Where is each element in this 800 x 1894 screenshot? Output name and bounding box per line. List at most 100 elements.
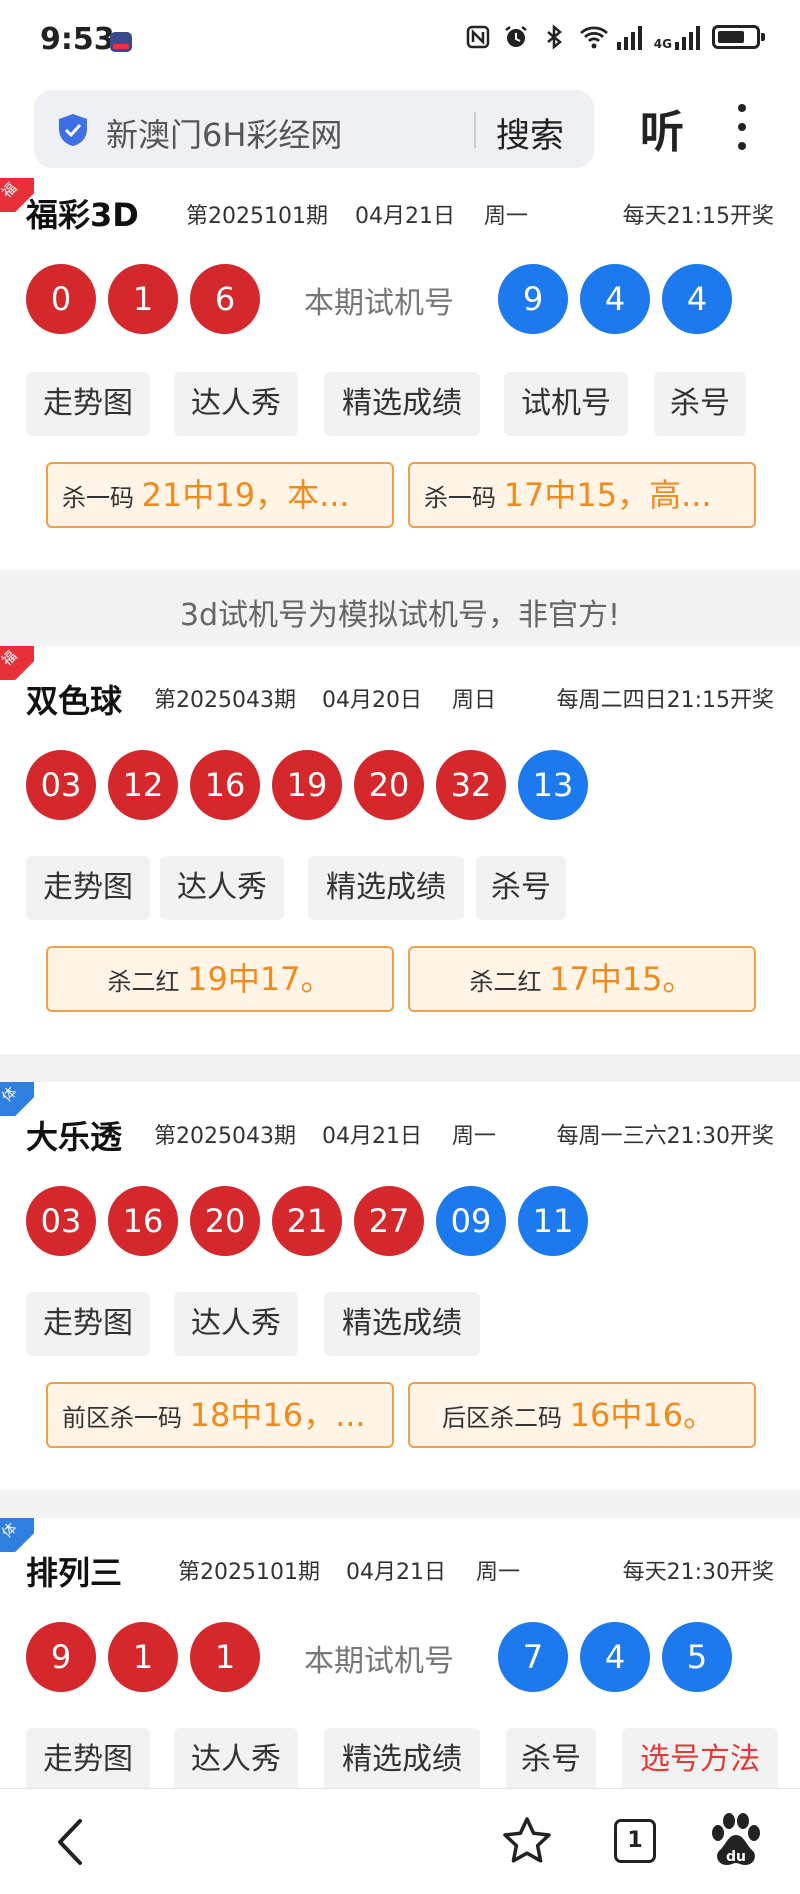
tab-trend-chart[interactable]: 走势图 xyxy=(26,372,150,436)
tab-selected-results[interactable]: 精选成绩 xyxy=(324,1728,480,1792)
front-ball: 27 xyxy=(354,1186,424,1256)
network-4g-icon: 4G xyxy=(654,24,700,50)
bottom-nav-bar: 1 du xyxy=(0,1788,800,1894)
tab-pick-method[interactable]: 选号方法 xyxy=(622,1728,778,1792)
lottery-card-dlt: 体 大乐透 第2025043期 04月21日 周一 每周一三六21:30开奖 0… xyxy=(0,1082,800,1490)
nfc-icon xyxy=(465,24,491,50)
draw-ball: 1 xyxy=(108,1622,178,1692)
tab-selected-results[interactable]: 精选成绩 xyxy=(324,372,480,436)
tab-kill-number[interactable]: 杀号 xyxy=(476,856,566,920)
bluetooth-icon xyxy=(541,24,567,50)
more-menu-icon[interactable] xyxy=(738,104,748,150)
card-date: 04月21日 xyxy=(322,1124,422,1149)
red-ball: 19 xyxy=(272,750,342,820)
baidu-paw-icon[interactable]: du xyxy=(708,1811,764,1871)
battery-icon xyxy=(712,25,765,49)
front-ball: 16 xyxy=(108,1186,178,1256)
search-input[interactable]: 新澳门6H彩经网 搜索 xyxy=(34,90,594,168)
kill-value: 19中17。 xyxy=(187,960,333,998)
kill-label: 前区杀一码 xyxy=(62,1404,182,1432)
red-ball: 16 xyxy=(190,750,260,820)
card-date: 04月21日 xyxy=(355,204,455,229)
tab-expert-show[interactable]: 达人秀 xyxy=(174,1728,298,1792)
kill-prediction-box[interactable]: 后区杀二码 16中16。 xyxy=(408,1382,756,1448)
draw-ball: 0 xyxy=(26,264,96,334)
lottery-card-pl3: 体 排列三 第2025101期 04月21日 周一 每天21:30开奖 9 1 … xyxy=(0,1518,800,1792)
kill-label: 杀二红 xyxy=(469,968,542,996)
tabs-count-icon[interactable]: 1 xyxy=(614,1819,656,1863)
trial-ball: 4 xyxy=(580,1622,650,1692)
trial-ball: 7 xyxy=(498,1622,568,1692)
trial-number-label: 本期试机号 xyxy=(304,286,454,321)
tab-kill-number[interactable]: 杀号 xyxy=(506,1728,596,1792)
card-date: 04月21日 xyxy=(346,1560,446,1585)
trial-ball: 5 xyxy=(662,1622,732,1692)
kill-value: 18中16，... xyxy=(189,1396,366,1434)
search-divider xyxy=(474,112,476,148)
back-icon[interactable] xyxy=(52,1817,92,1867)
red-ball: 12 xyxy=(108,750,178,820)
search-query-text: 新澳门6H彩经网 xyxy=(106,116,343,154)
search-button[interactable]: 搜索 xyxy=(496,108,564,157)
tab-expert-show[interactable]: 达人秀 xyxy=(174,1292,298,1356)
red-ball: 20 xyxy=(354,750,424,820)
tab-kill-number[interactable]: 杀号 xyxy=(654,372,746,436)
card-title[interactable]: 双色球 xyxy=(26,676,122,722)
card-weekday: 周日 xyxy=(452,688,497,713)
card-period: 第2025043期 xyxy=(154,688,296,713)
card-schedule: 每天21:15开奖 xyxy=(622,204,774,229)
trial-number-notice: 3d试机号为模拟试机号，非官方! xyxy=(179,598,621,633)
kill-label: 杀一码 xyxy=(62,484,134,512)
app-notification-icon xyxy=(110,32,132,52)
lottery-card-fc3d: 福 福彩3D 第2025101期 04月21日 周一 每天21:15开奖 0 1… xyxy=(0,178,800,570)
kill-value: 16中16。 xyxy=(569,1396,716,1434)
svg-text:du: du xyxy=(726,1849,746,1865)
kill-value: 17中15，高... xyxy=(503,476,712,514)
card-schedule: 每天21:30开奖 xyxy=(622,1560,774,1585)
kill-prediction-box[interactable]: 前区杀一码 18中16，... xyxy=(46,1382,394,1448)
bookmark-star-icon[interactable] xyxy=(500,1815,554,1867)
lottery-card-ssq: 福 双色球 第2025043期 04月20日 周日 每周二四日21:15开奖 0… xyxy=(0,646,800,1054)
corner-tag-icon: 体 xyxy=(0,1518,34,1552)
corner-tag-icon: 体 xyxy=(0,1082,34,1116)
card-weekday: 周一 xyxy=(452,1124,497,1149)
kill-prediction-box[interactable]: 杀一码 21中19，本... xyxy=(46,462,394,528)
blue-ball: 13 xyxy=(518,750,588,820)
draw-ball: 9 xyxy=(26,1622,96,1692)
card-period: 第2025101期 xyxy=(178,1560,320,1585)
card-schedule: 每周一三六21:30开奖 xyxy=(556,1124,774,1149)
draw-ball: 1 xyxy=(190,1622,260,1692)
listen-button[interactable]: 听 xyxy=(640,96,684,160)
corner-tag-icon: 福 xyxy=(0,646,34,680)
tab-expert-show[interactable]: 达人秀 xyxy=(174,372,298,436)
card-weekday: 周一 xyxy=(476,1560,521,1585)
card-title[interactable]: 大乐透 xyxy=(26,1112,122,1158)
signal-icon xyxy=(616,24,642,50)
card-title[interactable]: 排列三 xyxy=(26,1548,122,1594)
card-period: 第2025101期 xyxy=(186,204,328,229)
kill-prediction-box[interactable]: 杀二红 17中15。 xyxy=(408,946,756,1012)
front-ball: 21 xyxy=(272,1186,342,1256)
kill-label: 杀二红 xyxy=(107,968,180,996)
draw-ball: 1 xyxy=(108,264,178,334)
front-ball: 03 xyxy=(26,1186,96,1256)
card-date: 04月20日 xyxy=(322,688,422,713)
status-icons: 4G xyxy=(465,24,765,50)
red-ball: 32 xyxy=(436,750,506,820)
card-period: 第2025043期 xyxy=(154,1124,296,1149)
kill-prediction-box[interactable]: 杀一码 17中15，高... xyxy=(408,462,756,528)
tab-trend-chart[interactable]: 走势图 xyxy=(26,1292,150,1356)
tab-trend-chart[interactable]: 走势图 xyxy=(26,856,150,920)
alarm-icon xyxy=(503,24,529,50)
card-title[interactable]: 福彩3D xyxy=(26,190,139,236)
red-ball: 03 xyxy=(26,750,96,820)
tab-trend-chart[interactable]: 走势图 xyxy=(26,1728,150,1792)
tab-trial-number[interactable]: 试机号 xyxy=(504,372,628,436)
tab-expert-show[interactable]: 达人秀 xyxy=(160,856,284,920)
kill-label: 杀一码 xyxy=(424,484,496,512)
trial-ball: 9 xyxy=(498,264,568,334)
tab-selected-results[interactable]: 精选成绩 xyxy=(324,1292,480,1356)
shield-icon xyxy=(59,114,87,146)
tab-selected-results[interactable]: 精选成绩 xyxy=(308,856,464,920)
kill-prediction-box[interactable]: 杀二红 19中17。 xyxy=(46,946,394,1012)
